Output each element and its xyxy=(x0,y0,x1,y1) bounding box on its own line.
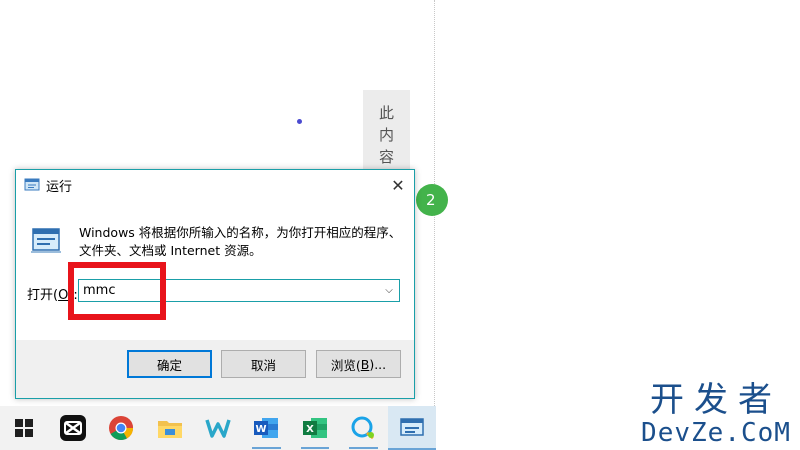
run-dialog-taskbar-icon xyxy=(399,418,424,436)
vertical-char: 此 xyxy=(378,104,394,122)
browse-button[interactable]: 浏览(B)... xyxy=(316,350,401,378)
watermark-logo: 开发者 DevZe.CoM xyxy=(640,382,792,448)
close-button[interactable]: ✕ xyxy=(382,170,414,200)
open-label-mnemonic: O xyxy=(58,288,69,303)
browse-button-suffix: )... xyxy=(369,356,387,372)
background-vertical-note: 此 内 容 xyxy=(363,90,410,172)
run-description: Windows 将根据你所输入的名称，为你打开相应的程序、 文件夹、文档或 In… xyxy=(79,224,402,260)
annotation-highlight-box xyxy=(68,262,166,320)
svg-text:W: W xyxy=(256,424,267,435)
ok-button[interactable]: 确定 xyxy=(127,350,212,378)
taskbar-chrome[interactable] xyxy=(97,406,145,450)
description-line: 文件夹、文档或 Internet 资源。 xyxy=(79,243,262,258)
taskbar-wps[interactable] xyxy=(194,406,242,450)
vertical-char: 容 xyxy=(378,148,394,166)
background-divider xyxy=(434,0,435,450)
ok-button-label: 确定 xyxy=(156,357,182,373)
vertical-char: 内 xyxy=(378,126,394,144)
taskbar: W X xyxy=(0,406,436,450)
taskbar-word[interactable]: W xyxy=(242,406,290,450)
taskbar-run-dialog[interactable] xyxy=(387,406,436,450)
taskbar-chat[interactable] xyxy=(339,406,387,450)
run-program-icon xyxy=(24,178,40,191)
description-line: Windows 将根据你所输入的名称，为你打开相应的程序、 xyxy=(79,225,402,240)
close-icon: ✕ xyxy=(391,175,405,195)
watermark-en: DevZe.CoM xyxy=(641,418,791,448)
run-dialog-title: 运行 xyxy=(46,179,73,195)
start-windows-icon xyxy=(15,419,34,437)
run-dialog-titlebar[interactable]: 运行 ✕ xyxy=(16,170,414,200)
file-explorer-icon xyxy=(157,421,182,438)
chevron-down-icon[interactable]: ⌵ xyxy=(379,285,399,296)
svg-text:X: X xyxy=(306,424,314,435)
word-icon: W xyxy=(254,418,279,438)
capcut-icon xyxy=(59,415,86,441)
excel-icon: X xyxy=(302,418,327,438)
wps-writer-icon xyxy=(205,419,231,438)
open-label-text: 打开( xyxy=(27,288,59,303)
taskbar-excel[interactable]: X xyxy=(291,406,339,450)
browse-button-label: 浏览( xyxy=(330,357,361,373)
watermark-cn: 开发者 xyxy=(650,380,782,420)
cancel-button[interactable]: 取消 xyxy=(221,350,306,378)
cancel-button-label: 取消 xyxy=(250,357,276,373)
start-button[interactable] xyxy=(0,406,48,450)
run-program-icon xyxy=(31,228,61,253)
browse-button-mnemonic: B xyxy=(360,356,370,372)
taskbar-capcut[interactable] xyxy=(48,406,96,450)
chat-app-icon xyxy=(351,416,375,440)
background-dot xyxy=(297,119,302,124)
taskbar-file-explorer[interactable] xyxy=(145,406,193,450)
chrome-icon xyxy=(109,416,134,441)
step-badge: 2 xyxy=(416,184,448,216)
